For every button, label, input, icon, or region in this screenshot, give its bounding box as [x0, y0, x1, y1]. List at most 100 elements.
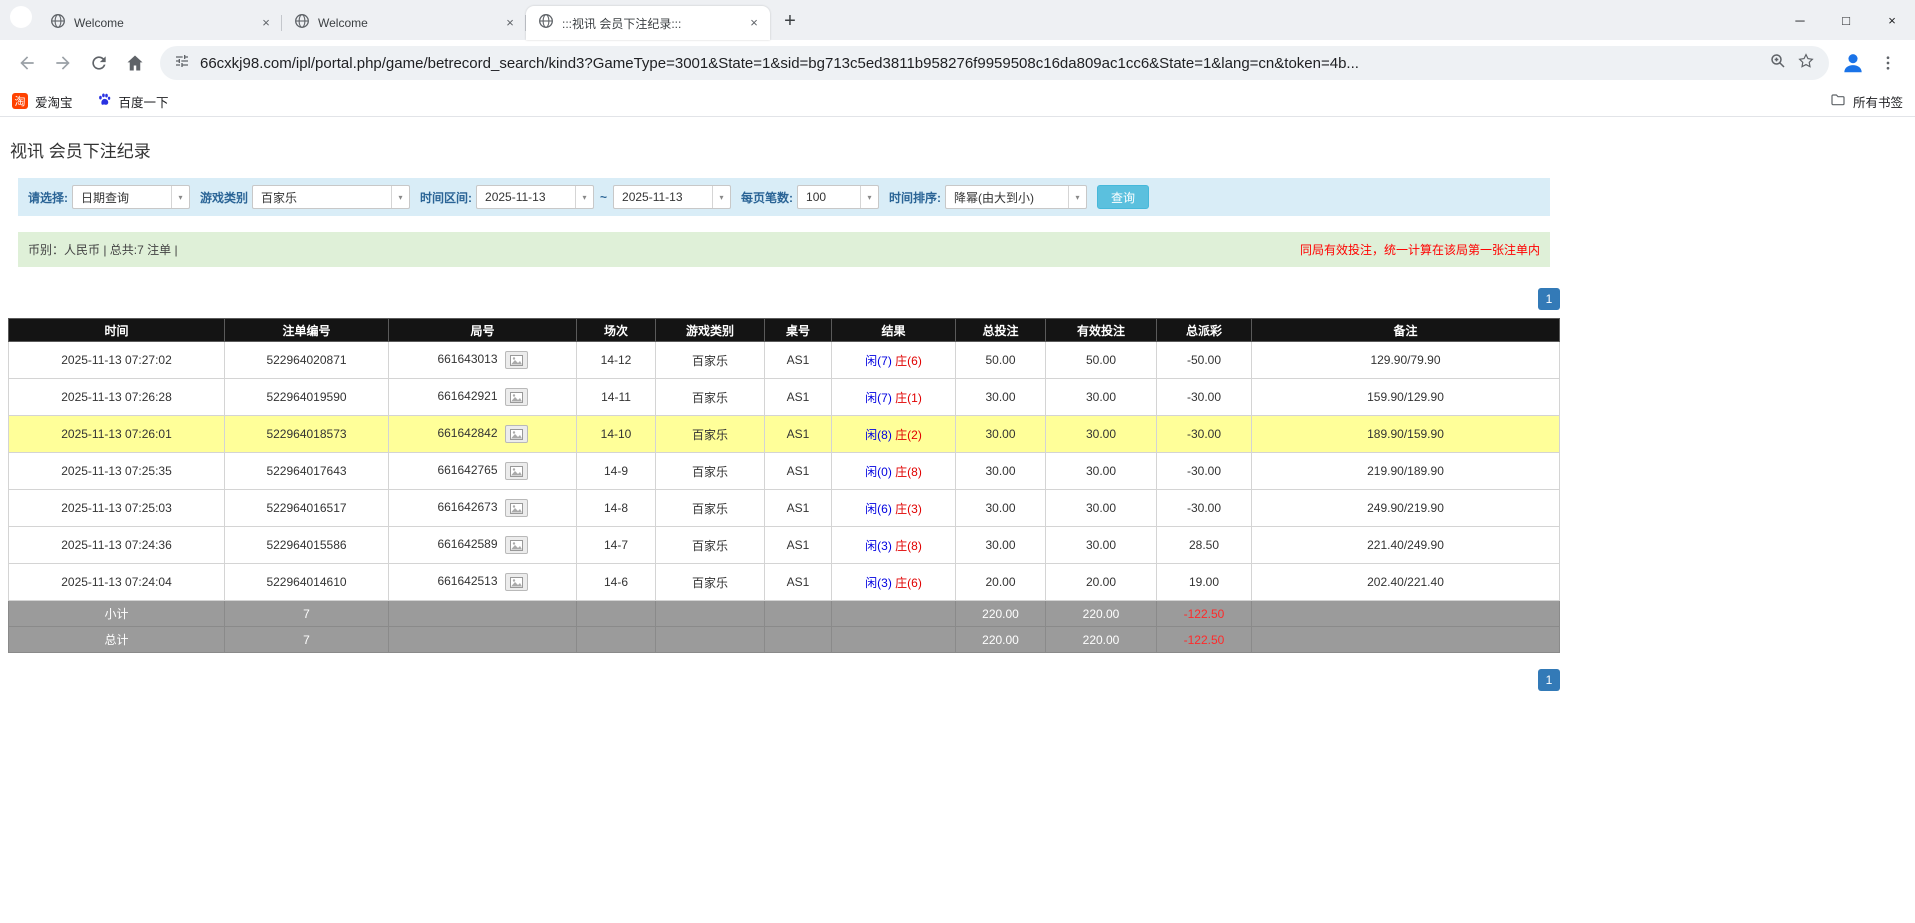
- query-type-select[interactable]: 日期查询 ▾: [72, 185, 190, 209]
- sort-order-value: 降幂(由大到小): [946, 189, 1068, 206]
- navigation-bar: 66cxkj98.com/ipl/portal.php/game/betreco…: [0, 40, 1915, 86]
- note-cell: 219.90/189.90: [1252, 453, 1560, 490]
- round-preview-button[interactable]: [505, 425, 528, 443]
- table-number-cell: AS1: [765, 527, 832, 564]
- result-cell: 闲(3) 庄(8): [832, 527, 956, 564]
- table-row: 2025-11-13 07:26:01522964018573661642842…: [9, 416, 1560, 453]
- empty-cell: [765, 601, 832, 627]
- session-cell: 14-6: [577, 564, 656, 601]
- summary-valid-bet: 220.00: [1046, 601, 1157, 627]
- folder-icon: [1830, 92, 1846, 111]
- profile-avatar[interactable]: [1837, 47, 1869, 79]
- valid-bet-cell: 30.00: [1046, 527, 1157, 564]
- round-preview-button[interactable]: [505, 462, 528, 480]
- maximize-button[interactable]: □: [1823, 0, 1869, 40]
- page-size-value: 100: [798, 190, 860, 204]
- reload-button[interactable]: [82, 46, 116, 80]
- round-cell: 661642842: [389, 416, 577, 453]
- round-preview-button[interactable]: [505, 351, 528, 369]
- menu-kebab-icon[interactable]: [1871, 46, 1905, 80]
- round-cell: 661643013: [389, 342, 577, 379]
- result-cell: 闲(7) 庄(1): [832, 379, 956, 416]
- game-type-cell: 百家乐: [656, 453, 765, 490]
- address-bar[interactable]: 66cxkj98.com/ipl/portal.php/game/betreco…: [160, 46, 1829, 80]
- table-row: 2025-11-13 07:25:03522964016517661642673…: [9, 490, 1560, 527]
- game-type-cell: 百家乐: [656, 342, 765, 379]
- table-number-cell: AS1: [765, 490, 832, 527]
- result-banker: 庄(6): [895, 576, 922, 590]
- close-button[interactable]: ×: [1869, 0, 1915, 40]
- note-cell: 189.90/159.90: [1252, 416, 1560, 453]
- result-cell: 闲(6) 庄(3): [832, 490, 956, 527]
- globe-icon: [294, 13, 310, 34]
- summary-row: 小计7220.00220.00-122.50: [9, 601, 1560, 627]
- page-size-select[interactable]: 100 ▾: [797, 185, 879, 209]
- bet-id-cell: 522964020871: [225, 342, 389, 379]
- forward-button[interactable]: [46, 46, 80, 80]
- note-cell: 249.90/219.90: [1252, 490, 1560, 527]
- page-size-label: 每页笔数:: [741, 189, 793, 206]
- back-button[interactable]: [10, 46, 44, 80]
- minimize-button[interactable]: ─: [1777, 0, 1823, 40]
- tab-close-icon[interactable]: ×: [502, 15, 518, 31]
- home-button[interactable]: [118, 46, 152, 80]
- note-cell: 202.40/221.40: [1252, 564, 1560, 601]
- tab-betrecord[interactable]: :::视讯 会员下注纪录::: ×: [526, 6, 770, 40]
- sort-order-label: 时间排序:: [889, 189, 941, 206]
- date-to-select[interactable]: 2025-11-13 ▾: [613, 185, 731, 209]
- bet-id-cell: 522964014610: [225, 564, 389, 601]
- bookmark-baidu[interactable]: 百度一下: [97, 92, 169, 111]
- new-tab-button[interactable]: +: [776, 8, 804, 36]
- session-cell: 14-11: [577, 379, 656, 416]
- summary-count: 7: [225, 601, 389, 627]
- result-player: 闲(7): [865, 354, 892, 368]
- sort-order-select[interactable]: 降幂(由大到小) ▾: [945, 185, 1087, 209]
- round-cell: 661642921: [389, 379, 577, 416]
- result-player: 闲(6): [865, 502, 892, 516]
- bet-id-cell: 522964018573: [225, 416, 389, 453]
- session-cell: 14-10: [577, 416, 656, 453]
- game-type-cell: 百家乐: [656, 416, 765, 453]
- game-type-cell: 百家乐: [656, 379, 765, 416]
- bet-id-cell: 522964017643: [225, 453, 389, 490]
- tab-close-icon[interactable]: ×: [746, 15, 762, 31]
- column-header: 总投注: [956, 319, 1046, 342]
- zoom-icon[interactable]: [1769, 52, 1787, 75]
- empty-cell: [389, 601, 577, 627]
- round-preview-button[interactable]: [505, 573, 528, 591]
- page-content: 视讯 会员下注纪录 请选择: 日期查询 ▾ 游戏类别 百家乐 ▾ 时间区间: 2…: [8, 137, 1560, 691]
- table-row: 2025-11-13 07:27:02522964020871661643013…: [9, 342, 1560, 379]
- payout-cell: -30.00: [1157, 379, 1252, 416]
- round-preview-button[interactable]: [505, 499, 528, 517]
- result-cell: 闲(7) 庄(6): [832, 342, 956, 379]
- bookmark-aitaobao[interactable]: 淘 爱淘宝: [12, 92, 73, 111]
- tab-search-button[interactable]: [10, 6, 32, 28]
- note-cell: 159.90/129.90: [1252, 379, 1560, 416]
- summary-total-bet: 220.00: [956, 627, 1046, 653]
- bookmark-star-icon[interactable]: [1797, 52, 1815, 75]
- payout-cell: -30.00: [1157, 490, 1252, 527]
- site-settings-icon[interactable]: [174, 53, 190, 74]
- search-button[interactable]: 查询: [1097, 185, 1149, 209]
- date-from-select[interactable]: 2025-11-13 ▾: [476, 185, 594, 209]
- tab-welcome-1[interactable]: Welcome ×: [38, 6, 282, 40]
- tab-close-icon[interactable]: ×: [258, 15, 274, 31]
- page-number-button[interactable]: 1: [1538, 669, 1560, 691]
- tab-welcome-2[interactable]: Welcome ×: [282, 6, 526, 40]
- empty-cell: [656, 601, 765, 627]
- result-banker: 庄(2): [895, 428, 922, 442]
- game-type-select[interactable]: 百家乐 ▾: [252, 185, 410, 209]
- table-row: 2025-11-13 07:24:36522964015586661642589…: [9, 527, 1560, 564]
- page-number-button[interactable]: 1: [1538, 288, 1560, 310]
- round-preview-button[interactable]: [505, 536, 528, 554]
- chevron-down-icon: ▾: [575, 186, 593, 208]
- payout-cell: 19.00: [1157, 564, 1252, 601]
- all-bookmarks[interactable]: 所有书签: [1830, 92, 1903, 111]
- query-type-value: 日期查询: [73, 189, 171, 206]
- date-to-value: 2025-11-13: [614, 190, 712, 204]
- round-preview-button[interactable]: [505, 388, 528, 406]
- total-bet-cell: 30.00: [956, 527, 1046, 564]
- url-text[interactable]: 66cxkj98.com/ipl/portal.php/game/betreco…: [200, 55, 1759, 72]
- session-cell: 14-9: [577, 453, 656, 490]
- summary-valid-bet: 220.00: [1046, 627, 1157, 653]
